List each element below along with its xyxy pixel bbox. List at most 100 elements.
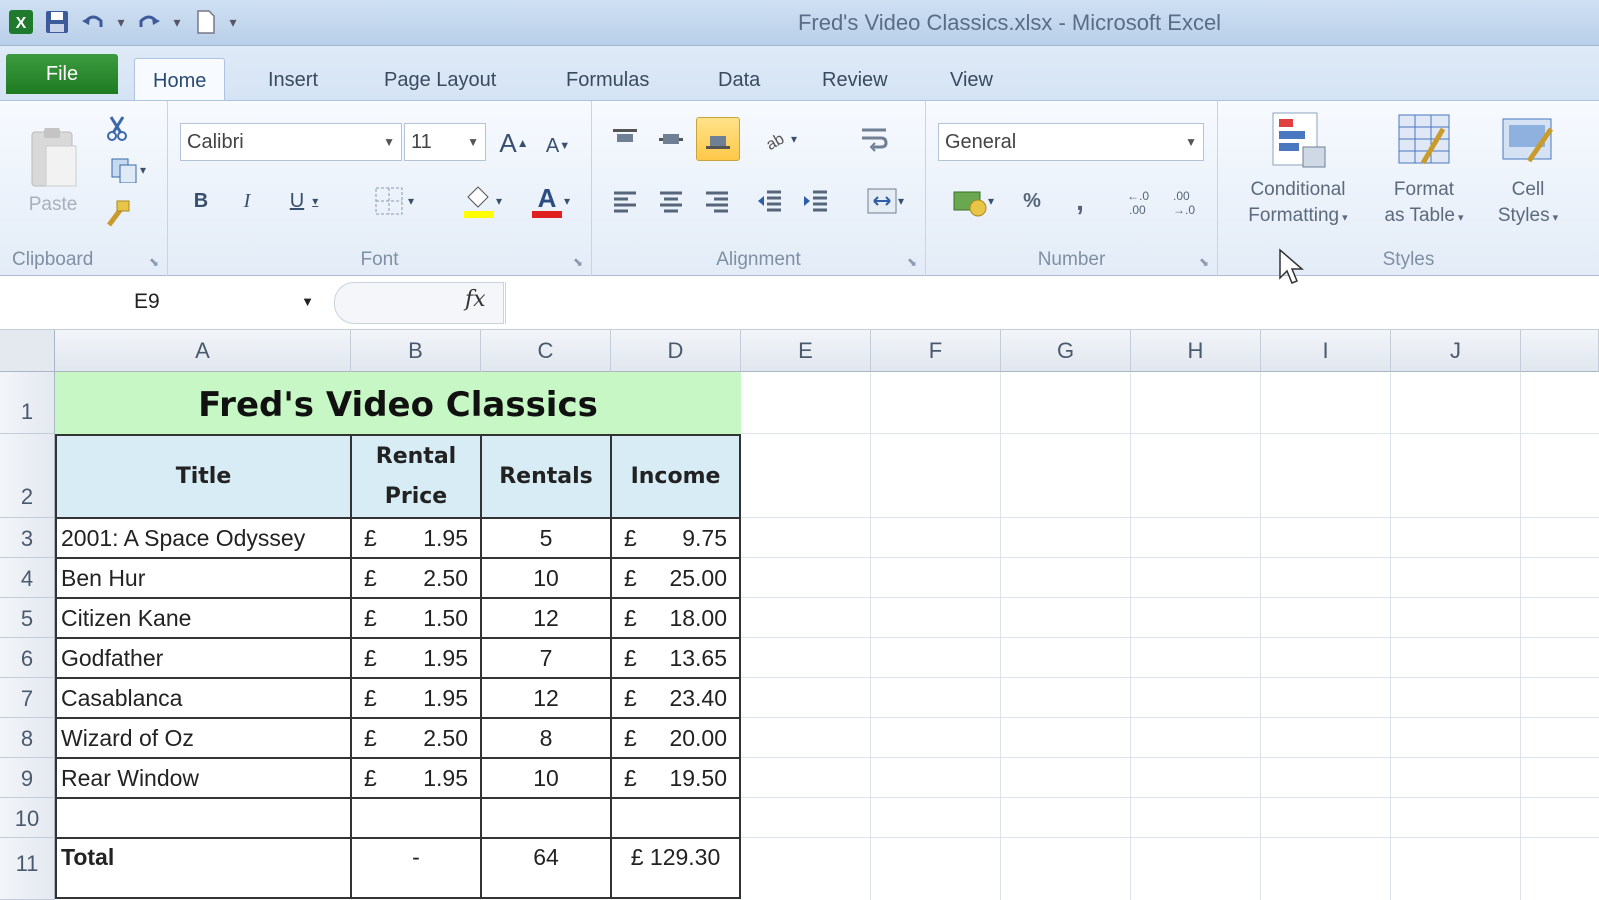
empty-cell-d10[interactable] <box>610 797 741 839</box>
empty-cell-c10[interactable] <box>480 797 612 839</box>
rental-price-cell[interactable]: £1.95 <box>350 637 482 679</box>
income-cell[interactable]: £25.00 <box>610 557 741 599</box>
row-header-7[interactable]: 7 <box>0 678 55 718</box>
tab-review[interactable]: Review <box>804 58 906 102</box>
borders-button[interactable]: ▾ <box>364 183 424 219</box>
format-painter-icon[interactable] <box>100 197 134 231</box>
empty-cell-a10[interactable] <box>55 797 352 839</box>
insert-function-icon[interactable]: fx <box>465 287 486 312</box>
row-header-6[interactable]: 6 <box>0 638 55 678</box>
header-cell-rentals[interactable]: Rentals <box>480 434 612 519</box>
column-header-i[interactable]: I <box>1261 330 1391 372</box>
number-format-combo[interactable]: General ▼ <box>938 123 1204 161</box>
header-cell-rental-price[interactable]: Rental Price <box>350 434 482 519</box>
column-header-j[interactable]: J <box>1391 330 1521 372</box>
column-header-k[interactable] <box>1521 330 1599 372</box>
rentals-cell[interactable]: 7 <box>480 637 612 679</box>
row-header-11[interactable]: 11 <box>0 838 55 900</box>
comma-style-icon[interactable]: , <box>1060 183 1100 219</box>
increase-indent-icon[interactable] <box>796 183 834 219</box>
align-middle-icon[interactable] <box>652 121 690 157</box>
rental-price-cell[interactable]: £1.95 <box>350 517 482 559</box>
rentals-cell[interactable]: 10 <box>480 557 612 599</box>
format-as-table-button[interactable]: Format as Table ▾ <box>1370 109 1478 239</box>
sheet-title-cell[interactable]: Fred's Video Classics <box>55 372 741 434</box>
merge-center-icon[interactable]: ▾ <box>854 183 916 219</box>
row-header-9[interactable]: 9 <box>0 758 55 798</box>
alignment-launcher-icon[interactable]: ⬊ <box>907 255 917 269</box>
income-cell[interactable]: £19.50 <box>610 757 741 799</box>
income-cell[interactable]: £13.65 <box>610 637 741 679</box>
cell-styles-button[interactable]: Cell Styles ▾ <box>1480 109 1576 239</box>
tab-home[interactable]: Home <box>134 58 226 102</box>
header-cell-income[interactable]: Income <box>610 434 741 519</box>
row-header-10[interactable]: 10 <box>0 798 55 838</box>
accounting-format-button[interactable]: ▾ <box>940 181 1006 221</box>
column-header-b[interactable]: B <box>351 330 481 372</box>
align-top-icon[interactable] <box>606 121 644 157</box>
income-cell[interactable]: £23.40 <box>610 677 741 719</box>
column-header-g[interactable]: G <box>1001 330 1131 372</box>
income-cell[interactable]: £20.00 <box>610 717 741 759</box>
income-cell[interactable]: £9.75 <box>610 517 741 559</box>
decrease-decimal-icon[interactable]: .00 →.0 <box>1168 183 1208 219</box>
font-size-combo[interactable]: 11 ▼ <box>404 123 486 161</box>
title-cell[interactable]: 2001: A Space Odyssey <box>55 517 352 559</box>
cut-icon[interactable] <box>100 113 134 143</box>
tab-data[interactable]: Data <box>700 58 778 102</box>
rentals-cell[interactable]: 12 <box>480 597 612 639</box>
column-header-e[interactable]: E <box>741 330 871 372</box>
tab-insert[interactable]: Insert <box>250 58 336 102</box>
header-cell-title[interactable]: Title <box>55 434 352 519</box>
select-all-corner[interactable] <box>0 330 55 372</box>
title-cell[interactable]: Rear Window <box>55 757 352 799</box>
row-header-3[interactable]: 3 <box>0 518 55 558</box>
decrease-indent-icon[interactable] <box>750 183 788 219</box>
title-cell[interactable]: Ben Hur <box>55 557 352 599</box>
total-price-cell[interactable]: - <box>350 837 482 899</box>
title-cell[interactable]: Citizen Kane <box>55 597 352 639</box>
font-launcher-icon[interactable]: ⬊ <box>573 255 583 269</box>
font-name-combo[interactable]: Calibri ▼ <box>180 123 402 161</box>
name-box[interactable]: E9 ▼ <box>6 282 322 322</box>
tab-file[interactable]: File <box>6 54 118 94</box>
tab-formulas[interactable]: Formulas <box>548 58 667 102</box>
title-cell[interactable]: Godfather <box>55 637 352 679</box>
copy-icon[interactable]: ▾ <box>100 155 156 185</box>
font-color-button[interactable]: A ▾ <box>518 181 582 221</box>
title-cell[interactable]: Casablanca <box>55 677 352 719</box>
paste-button[interactable]: Paste <box>18 111 88 231</box>
clipboard-launcher-icon[interactable]: ⬊ <box>149 255 159 269</box>
row-header-4[interactable]: 4 <box>0 558 55 598</box>
column-header-d[interactable]: D <box>611 330 741 372</box>
total-label-cell[interactable]: Total <box>55 837 352 899</box>
orientation-icon[interactable]: ab ▾ <box>752 121 806 157</box>
align-left-icon[interactable] <box>606 183 644 219</box>
conditional-formatting-button[interactable]: Conditional Formatting ▾ <box>1230 109 1366 239</box>
total-income-cell[interactable]: £ 129.30 <box>610 837 741 899</box>
grow-font-icon[interactable]: A ▲ <box>496 125 532 161</box>
row-header-5[interactable]: 5 <box>0 598 55 638</box>
row-header-8[interactable]: 8 <box>0 718 55 758</box>
rental-price-cell[interactable]: £1.95 <box>350 677 482 719</box>
column-header-f[interactable]: F <box>871 330 1001 372</box>
total-rentals-cell[interactable]: 64 <box>480 837 612 899</box>
row-header-1[interactable]: 1 <box>0 372 55 434</box>
rental-price-cell[interactable]: £2.50 <box>350 717 482 759</box>
tab-view[interactable]: View <box>932 58 1011 102</box>
rental-price-cell[interactable]: £1.50 <box>350 597 482 639</box>
empty-cell-b10[interactable] <box>350 797 482 839</box>
income-cell[interactable]: £18.00 <box>610 597 741 639</box>
title-cell[interactable]: Wizard of Oz <box>55 717 352 759</box>
column-header-h[interactable]: H <box>1131 330 1261 372</box>
row-header-2[interactable]: 2 <box>0 434 55 518</box>
shrink-font-icon[interactable]: A ▼ <box>540 129 576 163</box>
underline-button[interactable]: U ▾ <box>276 183 332 219</box>
column-header-c[interactable]: C <box>481 330 611 372</box>
italic-button[interactable]: I <box>230 183 264 219</box>
tab-page-layout[interactable]: Page Layout <box>366 58 514 102</box>
rental-price-cell[interactable]: £2.50 <box>350 557 482 599</box>
wrap-text-icon[interactable] <box>852 119 896 159</box>
number-launcher-icon[interactable]: ⬊ <box>1199 255 1209 269</box>
rentals-cell[interactable]: 12 <box>480 677 612 719</box>
